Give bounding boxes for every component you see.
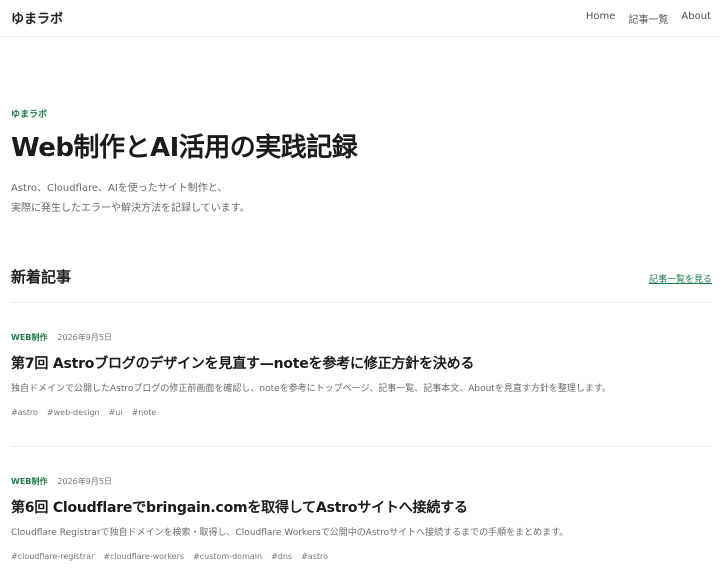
nav-about[interactable]: About xyxy=(681,11,711,26)
article-card: WEB制作 2026年9月5日 第6回 Cloudflareでbringain.… xyxy=(11,475,711,562)
hero-description-line: Astro、Cloudflare、AIを使ったサイト制作と、 xyxy=(11,183,228,194)
article-summary: Cloudflare Registrarで独自ドメインを検索・取得し、Cloud… xyxy=(11,528,569,538)
article-tag[interactable]: #web-design xyxy=(47,408,100,417)
article-category[interactable]: WEB制作 xyxy=(11,476,47,487)
section-divider xyxy=(11,302,712,303)
article-tags: #cloudflare-registrar #cloudflare-worker… xyxy=(11,552,711,561)
article-category[interactable]: WEB制作 xyxy=(11,332,47,343)
article-tag[interactable]: #astro xyxy=(11,408,38,417)
article-date: 2026年9月5日 xyxy=(57,332,112,342)
article-summary: 独自ドメインで公開したAstroブログの修正前画面を確認し、noteを参考にトッ… xyxy=(11,384,611,394)
latest-heading: 新着記事 xyxy=(11,268,72,286)
site-title[interactable]: ゆまラボ xyxy=(11,8,63,27)
article-date: 2026年9月5日 xyxy=(57,476,112,486)
site-header: ゆまラボ Home 記事一覧 About xyxy=(0,0,720,37)
main-nav: Home 記事一覧 About xyxy=(586,11,711,26)
hero-title: Web制作とAI活用の実践記録 xyxy=(11,133,358,163)
article-meta: WEB制作 2026年9月5日 xyxy=(11,331,711,343)
article-tag[interactable]: #astro xyxy=(301,552,328,561)
article-divider xyxy=(11,446,712,447)
nav-home[interactable]: Home xyxy=(586,11,616,26)
article-tag[interactable]: #dns xyxy=(271,552,292,561)
nav-articles[interactable]: 記事一覧 xyxy=(628,11,668,26)
article-title[interactable]: 第6回 Cloudflareでbringain.comを取得してAstroサイト… xyxy=(11,497,711,517)
hero-eyebrow: ゆまラボ xyxy=(11,110,48,120)
article-tag[interactable]: #note xyxy=(132,408,157,417)
article-tag[interactable]: #cloudflare-workers xyxy=(103,552,184,561)
article-title[interactable]: 第7回 Astroブログのデザインを見直す—noteを参考に修正方針を決める xyxy=(11,353,711,373)
hero-description: Astro、Cloudflare、AIを使ったサイト制作と、 実際に発生したエラ… xyxy=(11,179,411,219)
article-tag[interactable]: #cloudflare-registrar xyxy=(11,552,94,561)
view-all-link[interactable]: 記事一覧を見る xyxy=(649,272,712,285)
article-tags: #astro #web-design #ui #note xyxy=(11,408,711,417)
article-meta: WEB制作 2026年9月5日 xyxy=(11,475,711,487)
article-card: WEB制作 2026年9月5日 第7回 Astroブログのデザインを見直す—no… xyxy=(11,331,711,418)
article-tag[interactable]: #ui xyxy=(109,408,123,417)
hero-description-line: 実際に発生したエラーや解決方法を記録しています。 xyxy=(11,203,250,214)
article-tag[interactable]: #custom-domain xyxy=(193,552,262,561)
